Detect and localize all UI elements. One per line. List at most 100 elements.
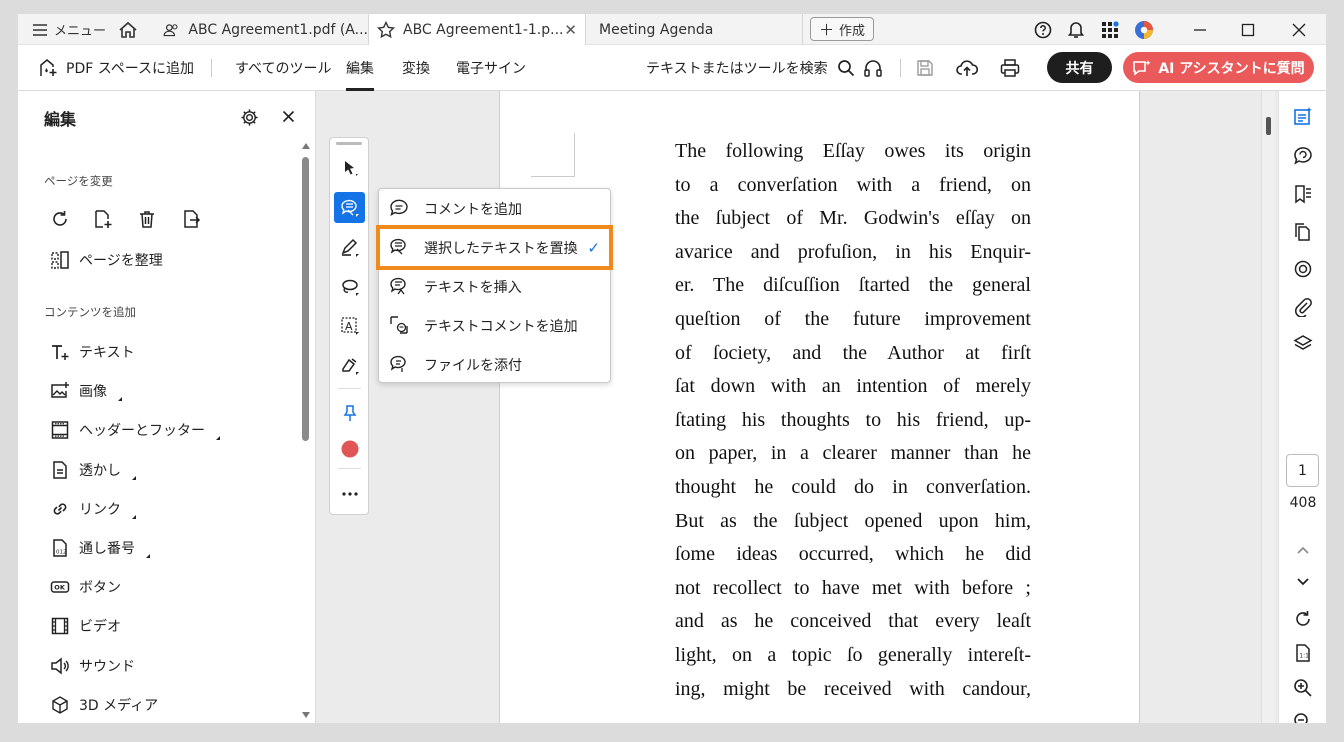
print-button[interactable] bbox=[1000, 45, 1020, 91]
target-icon bbox=[1294, 260, 1312, 278]
3d-media-button[interactable]: 3D メディア bbox=[50, 693, 158, 717]
zoom-out-button[interactable] bbox=[1290, 709, 1316, 723]
sound-button[interactable]: サウンド bbox=[50, 654, 135, 678]
document-scrollbar[interactable] bbox=[1261, 91, 1275, 723]
comment-icon bbox=[390, 199, 408, 216]
rail-pages-button[interactable] bbox=[1290, 219, 1316, 245]
text-line: er. The diſcuſſion ſtarted the general bbox=[675, 274, 1031, 297]
convert-tab[interactable]: 変換 bbox=[402, 45, 430, 91]
fit-page-button[interactable]: 1:1 bbox=[1290, 640, 1316, 666]
rail-bookmarks-button[interactable] bbox=[1290, 181, 1316, 207]
delete-page-button[interactable] bbox=[137, 209, 157, 233]
link-button[interactable]: リンク bbox=[50, 497, 136, 521]
rotate-view-button[interactable] bbox=[1290, 606, 1316, 632]
menu-item-label: テキストコメントを追加 bbox=[424, 318, 578, 335]
minimize-button[interactable] bbox=[1178, 14, 1222, 45]
rail-attachments-button[interactable] bbox=[1290, 294, 1316, 320]
rotate-page-button[interactable] bbox=[50, 209, 70, 233]
organize-pages-button[interactable]: ページを整理 bbox=[50, 248, 163, 272]
video-button[interactable]: ビデオ bbox=[50, 614, 121, 638]
insert-page-button[interactable] bbox=[93, 209, 113, 233]
rail-comment-button[interactable] bbox=[1290, 143, 1316, 169]
panel-scrollbar[interactable] bbox=[302, 143, 310, 718]
menu-button[interactable]: メニュー bbox=[32, 14, 106, 45]
rail-layers-button[interactable] bbox=[1290, 256, 1316, 282]
create-button[interactable]: ＋ 作成 bbox=[810, 17, 874, 41]
search-box[interactable]: テキストまたはツールを検索 bbox=[646, 45, 855, 91]
tab-document-1[interactable]: ABC Agreement1.pdf (A... bbox=[155, 14, 369, 45]
pages-icon bbox=[1295, 223, 1310, 241]
add-to-pdf-space-button[interactable]: PDF スペースに追加 bbox=[38, 45, 194, 91]
esign-tab[interactable]: 電子サイン bbox=[456, 45, 526, 91]
bell-icon bbox=[1067, 22, 1085, 38]
drag-handle[interactable] bbox=[336, 142, 362, 145]
bookmark-icon bbox=[1295, 185, 1311, 204]
all-tools-tab[interactable]: すべてのツール bbox=[235, 45, 331, 91]
scrollbar-thumb[interactable] bbox=[302, 157, 309, 441]
text-comment-icon bbox=[390, 316, 408, 334]
highlight-tool-button[interactable] bbox=[334, 232, 365, 263]
read-aloud-button[interactable] bbox=[863, 45, 883, 91]
ai-assistant-button[interactable]: AI アシスタントに質問 bbox=[1123, 52, 1314, 83]
current-page-input[interactable]: 1 bbox=[1286, 454, 1319, 487]
maximize-button[interactable] bbox=[1226, 14, 1270, 45]
close-window-button[interactable] bbox=[1277, 14, 1321, 45]
sound-icon bbox=[50, 656, 70, 676]
panel-settings-button[interactable] bbox=[240, 108, 259, 131]
bates-number-button[interactable]: 012 通し番号 bbox=[50, 536, 150, 560]
select-tool-button[interactable] bbox=[334, 152, 365, 183]
menu-item-text-comment[interactable]: テキストコメントを追加 bbox=[379, 306, 610, 345]
menu-item-add-comment[interactable]: コメントを追加 bbox=[379, 189, 610, 228]
profile-button[interactable] bbox=[1122, 14, 1166, 45]
organize-pages-icon bbox=[50, 250, 70, 270]
panel-close-button[interactable] bbox=[282, 108, 295, 127]
menu-item-replace-text[interactable]: 選択したテキストを置換 ✓ bbox=[376, 225, 613, 270]
watermark-button[interactable]: 透かし bbox=[50, 458, 136, 482]
search-icon bbox=[837, 60, 854, 77]
text-line: ing, might be received with candour, bbox=[675, 677, 1031, 700]
more-tools-button[interactable] bbox=[334, 478, 365, 509]
header-footer-button[interactable]: ヘッダーとフッター bbox=[50, 418, 220, 442]
pin-tool-button[interactable] bbox=[334, 397, 365, 428]
rail-edit-button[interactable] bbox=[1290, 103, 1316, 129]
share-button[interactable]: 共有 bbox=[1047, 52, 1112, 83]
home-button[interactable] bbox=[118, 14, 138, 45]
save-button[interactable] bbox=[916, 45, 934, 91]
edit-tab[interactable]: 編集 bbox=[346, 45, 374, 91]
menu-item-insert-text[interactable]: テキストを挿入 bbox=[379, 267, 610, 306]
menu-item-attach-file[interactable]: ファイルを添付 bbox=[379, 345, 610, 384]
rail-layers-stack-button[interactable] bbox=[1290, 331, 1316, 357]
fit-page-icon: 1:1 bbox=[1296, 644, 1310, 662]
convert-label: 変換 bbox=[402, 61, 430, 77]
close-tab-icon[interactable]: ✕ bbox=[564, 21, 577, 39]
zoom-in-button[interactable] bbox=[1290, 675, 1316, 701]
hamburger-icon bbox=[33, 23, 47, 36]
upload-button[interactable] bbox=[956, 45, 978, 91]
document-scrollbar-thumb[interactable] bbox=[1266, 117, 1271, 135]
next-page-button[interactable] bbox=[1290, 569, 1316, 595]
page-body-text[interactable]: The following Eſſay owes its origin to a… bbox=[675, 135, 1031, 706]
tab-label: Meeting Agenda bbox=[599, 21, 714, 38]
stamp-tool-button[interactable] bbox=[334, 350, 365, 381]
add-text-button[interactable]: テキスト bbox=[50, 340, 135, 364]
header-footer-label: ヘッダーとフッター bbox=[79, 423, 205, 439]
printer-icon bbox=[1000, 59, 1020, 77]
tab-document-3[interactable]: Meeting Agenda bbox=[586, 14, 803, 45]
previous-page-button[interactable] bbox=[1290, 537, 1316, 563]
scroll-up-arrow-icon[interactable] bbox=[302, 143, 310, 149]
draw-tool-button[interactable] bbox=[334, 271, 365, 302]
insert-text-icon bbox=[390, 277, 406, 295]
close-icon bbox=[1292, 23, 1306, 36]
add-image-button[interactable]: 画像 bbox=[50, 379, 122, 403]
trash-icon bbox=[140, 211, 154, 228]
zoom-out-icon bbox=[1294, 713, 1308, 723]
scroll-down-arrow-icon[interactable] bbox=[302, 712, 310, 718]
text-line: on paper, in a clearer manner than he bbox=[675, 442, 1031, 465]
add-button-button[interactable]: OK ボタン bbox=[50, 575, 121, 599]
tab-document-2[interactable]: ABC Agreement1-1.p... ✕ bbox=[369, 14, 586, 45]
extract-page-button[interactable] bbox=[181, 209, 201, 233]
replace-text-tool-button[interactable] bbox=[334, 192, 365, 223]
color-picker-button[interactable] bbox=[334, 433, 365, 464]
text-box-tool-button[interactable]: A bbox=[334, 310, 365, 341]
add-image-label: 画像 bbox=[79, 384, 107, 400]
